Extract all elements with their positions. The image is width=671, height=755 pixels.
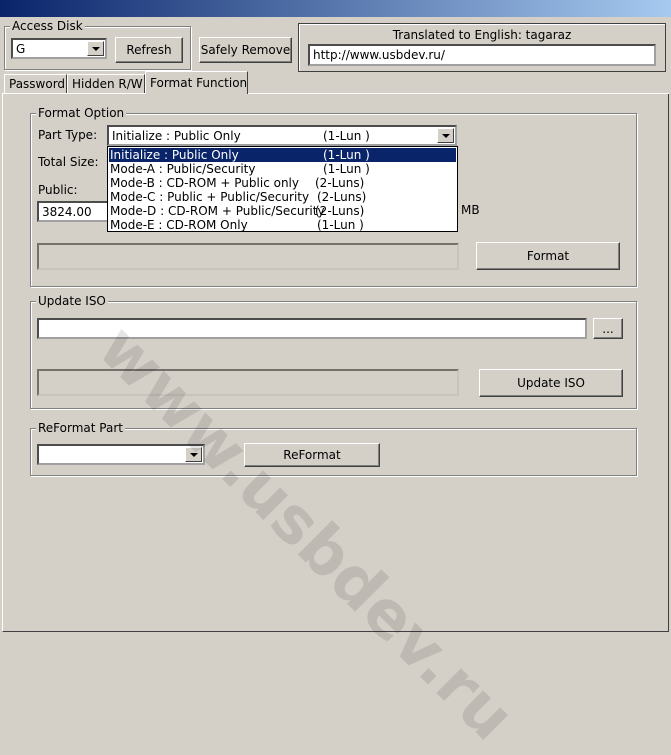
tab-panel-edge — [248, 93, 669, 94]
total-size-label: Total Size: — [38, 155, 99, 169]
tab-password[interactable]: Password — [4, 74, 67, 93]
option-label: Mode-D : CD-ROM + Public/Security — [110, 204, 325, 218]
option-label: Initialize : Public Only — [110, 148, 239, 162]
mb-unit-label: MB — [461, 203, 480, 217]
part-type-option[interactable]: Initialize : Public Only (1-Lun ) — [109, 148, 456, 162]
part-type-lun: (1-Lun ) — [323, 129, 370, 143]
part-type-label: Part Type: — [38, 128, 98, 142]
format-progress-bar — [37, 243, 459, 270]
update-iso-label: Update ISO — [36, 294, 108, 308]
public-size-value: 3824.00 — [42, 204, 92, 219]
part-type-option[interactable]: Mode-B : CD-ROM + Public only (2-Luns) — [109, 176, 456, 190]
option-lun: (2-Luns) — [315, 176, 365, 190]
translation-note: Translated to English: tagaraz — [392, 28, 572, 42]
part-type-dropdown-list: Initialize : Public Only (1-Lun ) Mode-A… — [107, 146, 458, 232]
part-type-option[interactable]: Mode-D : CD-ROM + Public/Security (2-Lun… — [109, 204, 456, 218]
window-title-bar — [0, 0, 671, 17]
chevron-down-icon — [441, 133, 450, 138]
access-disk-label: Access Disk — [10, 19, 85, 33]
reformat-part-select[interactable] — [37, 444, 205, 465]
url-value: http://www.usbdev.ru/ — [313, 48, 445, 62]
tab-hidden-rw[interactable]: Hidden R/W — [67, 74, 145, 93]
reformat-button[interactable]: ReFormat — [244, 443, 380, 467]
browse-iso-button[interactable]: ... — [593, 318, 623, 339]
option-lun: (2-Luns) — [315, 204, 365, 218]
part-type-option[interactable]: Mode-A : Public/Security (1-Lun ) — [109, 162, 456, 176]
part-type-dropdown-button[interactable] — [437, 128, 454, 143]
tab-format-function[interactable]: Format Function — [145, 71, 248, 94]
part-type-option[interactable]: Mode-E : CD-ROM Only (1-Lun ) — [109, 218, 456, 232]
refresh-button[interactable]: Refresh — [115, 37, 183, 63]
option-lun: (1-Lun ) — [323, 148, 370, 162]
option-label: Mode-E : CD-ROM Only — [110, 218, 248, 232]
update-iso-progress-bar — [37, 369, 459, 396]
drive-select[interactable]: G — [11, 38, 107, 59]
option-lun: (1-Lun ) — [317, 218, 364, 232]
chevron-down-icon — [91, 46, 100, 51]
reformat-dropdown-button[interactable] — [185, 447, 202, 462]
format-button[interactable]: Format — [476, 242, 620, 270]
part-type-value: Initialize : Public Only — [112, 128, 241, 143]
option-label: Mode-C : Public + Public/Security — [110, 190, 310, 204]
part-type-option[interactable]: Mode-C : Public + Public/Security (2-Lun… — [109, 190, 456, 204]
option-label: Mode-A : Public/Security — [110, 162, 256, 176]
safely-remove-button[interactable]: Safely Remove — [199, 37, 292, 63]
chevron-down-icon — [189, 452, 198, 457]
drive-select-value: G — [16, 41, 26, 56]
public-label: Public: — [38, 183, 78, 197]
reformat-part-label: ReFormat Part — [36, 421, 125, 435]
drive-dropdown-button[interactable] — [87, 41, 104, 56]
option-lun: (1-Lun ) — [323, 162, 370, 176]
format-option-label: Format Option — [36, 106, 127, 120]
part-type-select[interactable]: Initialize : Public Only (1-Lun ) — [107, 125, 457, 146]
iso-path-field[interactable] — [37, 318, 587, 339]
option-label: Mode-B : CD-ROM + Public only — [110, 176, 299, 190]
url-field[interactable]: http://www.usbdev.ru/ — [308, 44, 656, 66]
update-iso-button[interactable]: Update ISO — [479, 369, 623, 397]
tab-panel-edge — [2, 93, 145, 94]
option-lun: (2-Luns) — [317, 190, 367, 204]
